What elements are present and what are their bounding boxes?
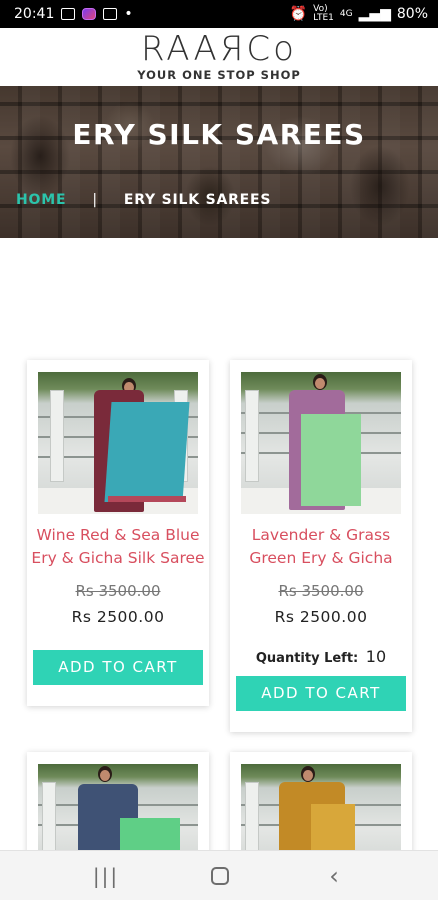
system-nav-bar: ||| ‹ [0,850,438,900]
product-image[interactable] [241,372,401,514]
product-card[interactable]: Lavender & Grass Green Ery & Gicha Rs 35… [230,360,412,732]
breadcrumb: HOME | ERY SILK SAREES [16,192,271,208]
add-to-cart-button[interactable]: ADD TO CART [236,676,406,711]
instagram-icon [82,8,97,20]
quantity-value: 10 [365,647,387,666]
category-banner: ERY SILK SAREES HOME | ERY SILK SAREES [0,86,438,238]
product-name[interactable]: Wine Red & Sea Blue Ery & Gicha Silk Sar… [27,524,209,570]
original-price: Rs 3500.00 [75,582,161,600]
gallery-icon [61,8,76,20]
site-logo[interactable]: RAAЯCo [0,30,438,68]
product-card[interactable]: Wine Red & Sea Blue Ery & Gicha Silk Sar… [27,360,209,706]
status-left: 20:41 • [14,6,133,22]
site-tagline: YOUR ONE STOP SHOP [137,68,301,82]
quantity-left: Quantity Left: 10 [230,647,412,666]
page-title: ERY SILK SAREES [72,118,366,151]
breadcrumb-current: ERY SILK SAREES [123,192,272,208]
battery-level: 80% [396,6,428,22]
product-image[interactable] [38,372,198,514]
product-name[interactable]: Lavender & Grass Green Ery & Gicha [230,524,412,570]
status-time: 20:41 [14,6,55,22]
recent-apps-icon[interactable]: ||| [86,861,126,891]
message-icon [103,8,118,20]
home-icon[interactable] [200,861,240,891]
sale-price: Rs 2500.00 [274,608,368,626]
saree-drape-shape [104,402,190,502]
network-type: 4G [339,8,353,19]
more-notifications-icon: • [124,6,133,22]
original-price: Rs 3500.00 [278,582,364,600]
status-bar: 20:41 • ⏰ Vo) LTE1 4G ▂▄▆ 80% [0,0,438,28]
volte-icon: Vo) LTE1 [313,4,334,23]
signal-icon: ▂▄▆ [358,6,391,22]
breadcrumb-home-link[interactable]: HOME [16,192,66,208]
quantity-label: Quantity Left: [255,651,359,666]
add-to-cart-button[interactable]: ADD TO CART [33,650,203,685]
back-icon[interactable]: ‹ [314,861,354,891]
alarm-icon: ⏰ [289,6,308,22]
breadcrumb-separator: | [92,192,98,208]
saree-drape-shape [301,414,361,506]
status-right: ⏰ Vo) LTE1 4G ▂▄▆ 80% [290,5,428,23]
site-header: RAAЯCo YOUR ONE STOP SHOP [0,28,438,86]
app-screen: 20:41 • ⏰ Vo) LTE1 4G ▂▄▆ 80% RAAЯCo YOUR… [0,0,438,900]
sale-price: Rs 2500.00 [71,608,165,626]
